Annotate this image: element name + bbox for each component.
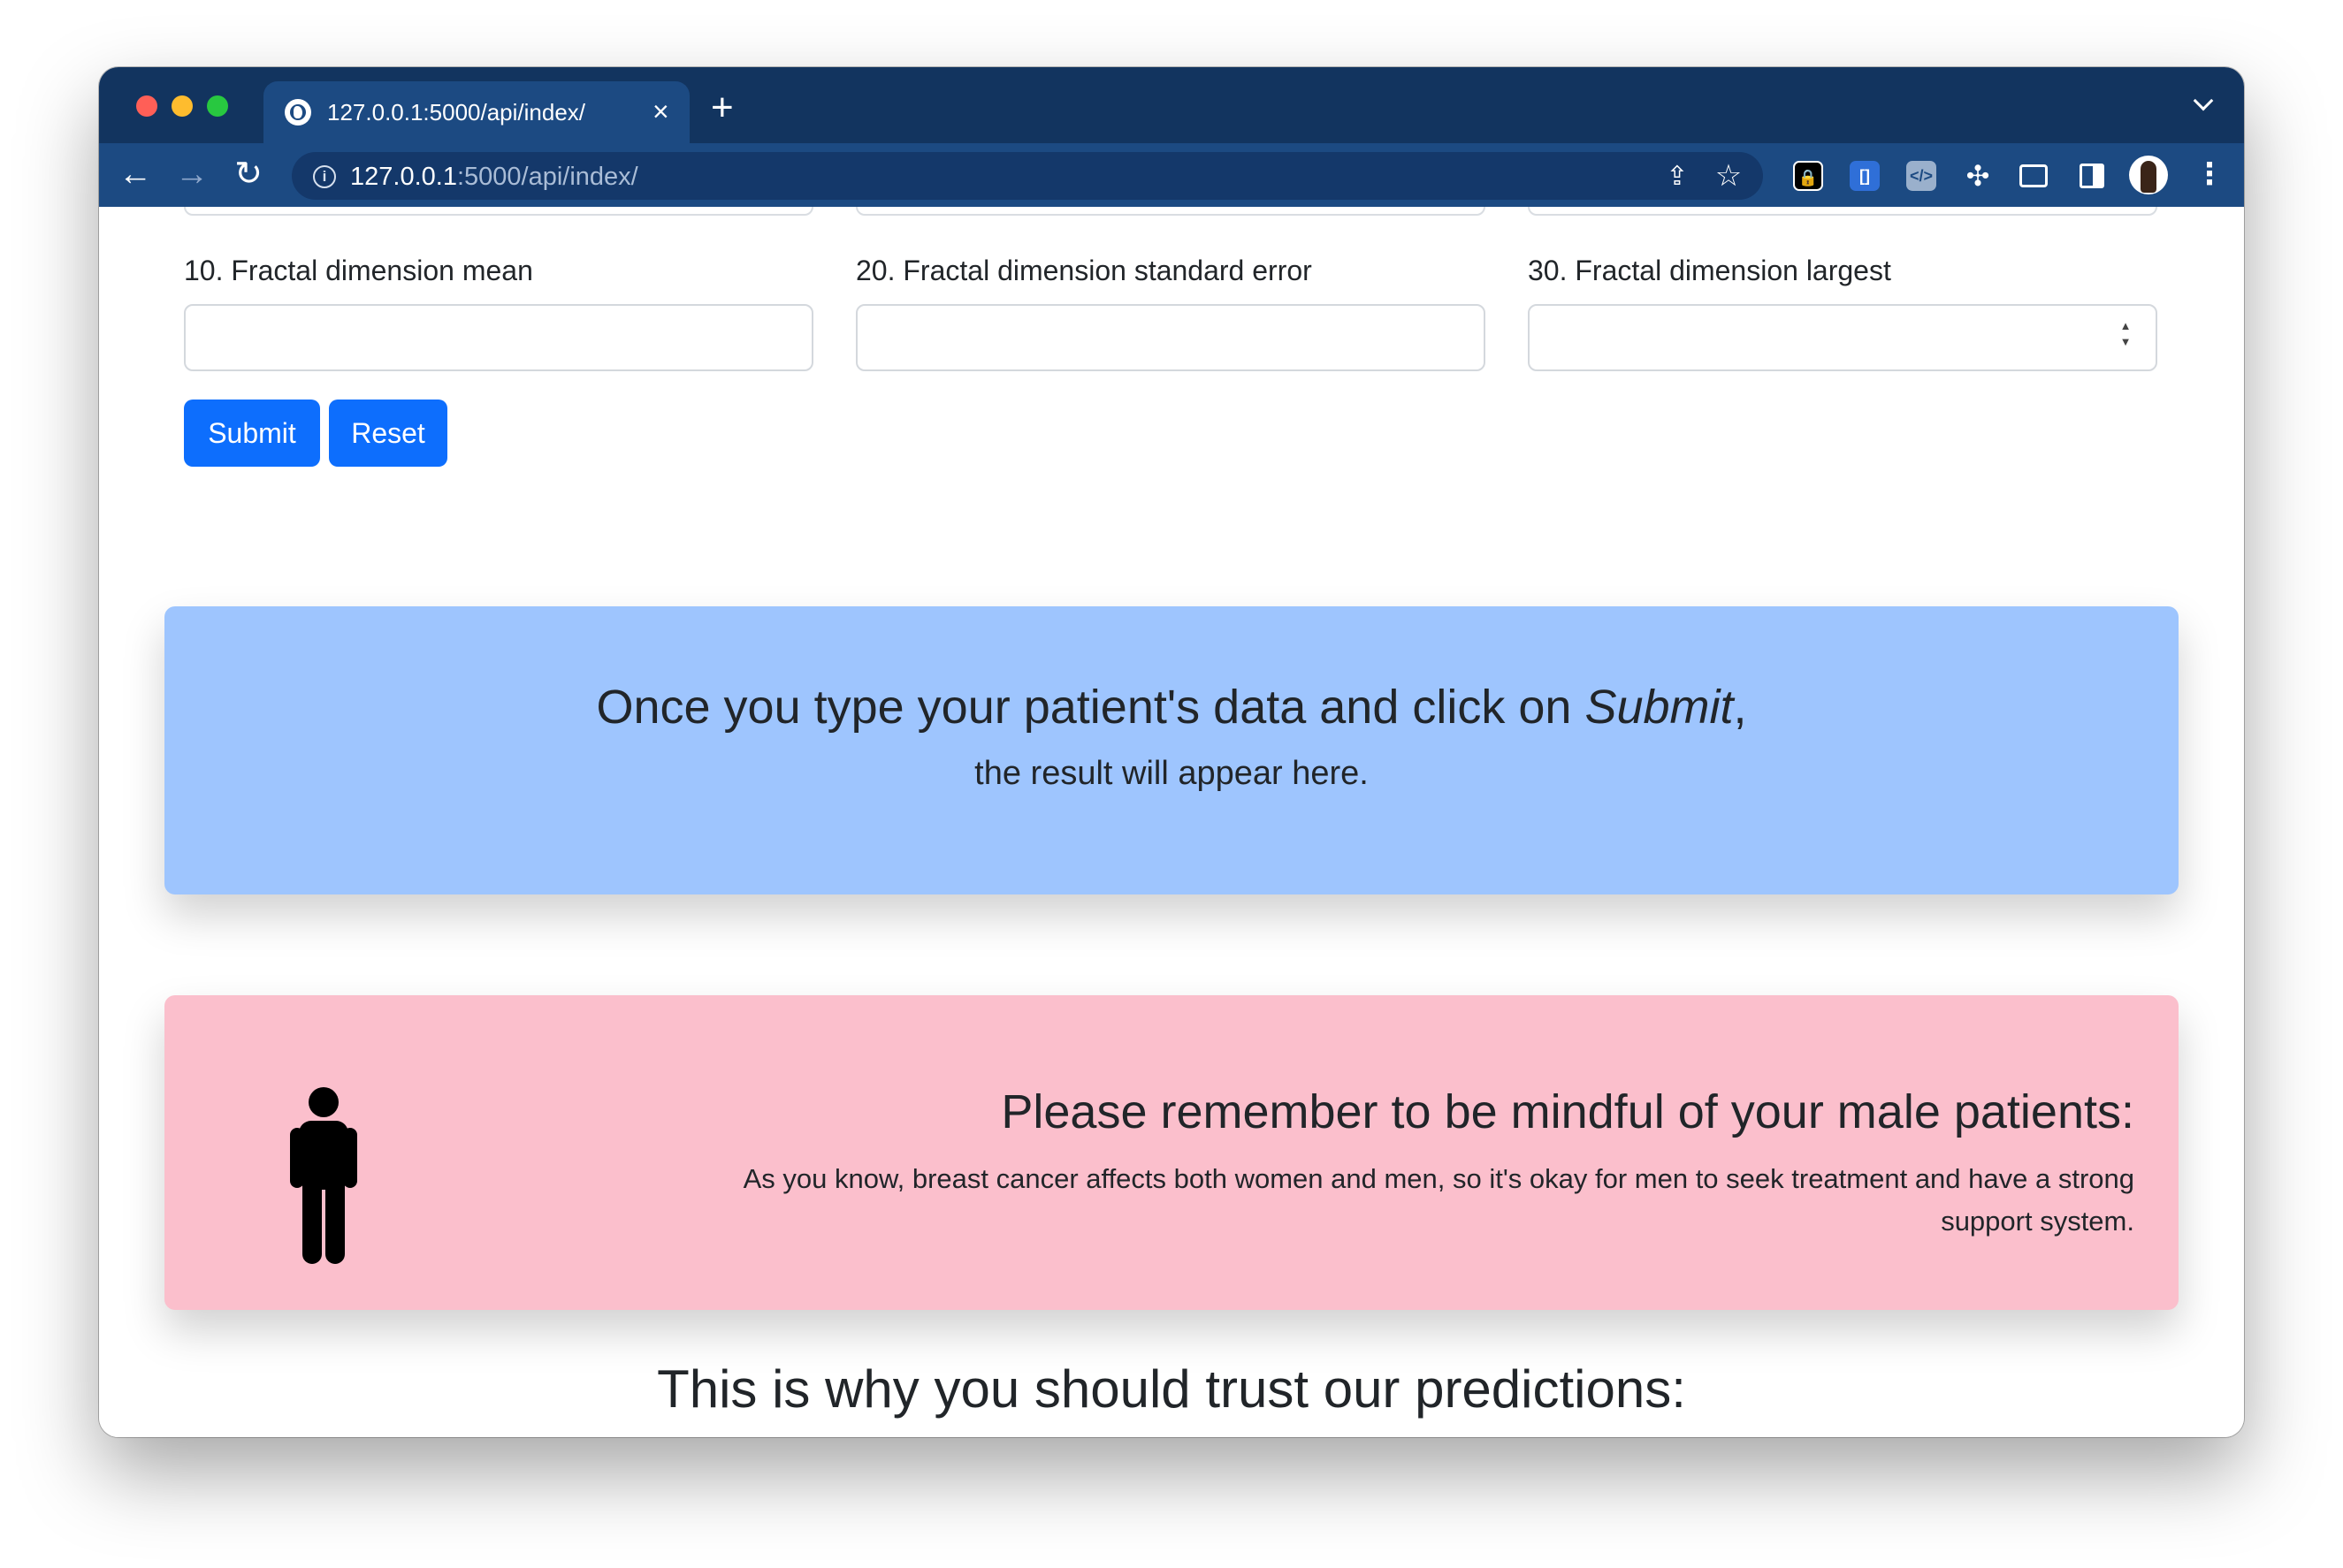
page-content: 10. Fractal dimension mean 20. Fractal d… <box>99 207 2244 1437</box>
fractal-dimension-largest-label: 30. Fractal dimension largest <box>1528 255 1891 286</box>
tab-title: 127.0.0.1:5000/api/index/ <box>327 99 586 126</box>
globe-icon <box>285 99 311 126</box>
partial-input-field[interactable] <box>184 207 813 216</box>
code-extension-icon[interactable]: </> <box>1906 161 1936 191</box>
fractal-dimension-mean-input[interactable] <box>184 304 813 371</box>
fractal-dimension-se-label: 20. Fractal dimension standard error <box>856 255 1312 286</box>
tab-bar: 127.0.0.1:5000/api/index/ × + <box>99 67 2244 143</box>
active-tab[interactable]: 127.0.0.1:5000/api/index/ × <box>263 81 690 143</box>
number-stepper-icon[interactable]: ▲ ▼ <box>2115 318 2136 357</box>
browser-window: 127.0.0.1:5000/api/index/ × + ← → ↻ i 12… <box>99 67 2244 1437</box>
result-title: Once you type your patient's data and cl… <box>164 679 2179 735</box>
extensions-puzzle-icon[interactable]: ✣ <box>1963 161 1993 191</box>
male-person-icon <box>290 1087 357 1264</box>
profile-avatar[interactable] <box>2129 156 2168 194</box>
notice-title: Please remember to be mindful of your ma… <box>1001 1085 2134 1138</box>
side-panel-icon[interactable] <box>2080 164 2104 188</box>
partial-input-field[interactable] <box>1528 207 2157 216</box>
cast-icon[interactable] <box>2019 164 2048 187</box>
menu-kebab-icon[interactable]: ⋮ <box>2194 154 2225 196</box>
lock-extension-icon[interactable]: 🔒 <box>1793 161 1823 191</box>
trust-heading: This is why you should trust our predict… <box>657 1359 1686 1419</box>
result-subtitle: the result will appear here. <box>974 755 1369 792</box>
share-icon[interactable]: ⇪ <box>1664 163 1690 191</box>
url-path: :5000/api/index/ <box>456 163 638 191</box>
minimize-window-button[interactable] <box>172 95 193 117</box>
address-bar[interactable]: i 127.0.0.1:5000/api/index/ ⇪ ☆ <box>292 152 1763 200</box>
close-window-button[interactable] <box>136 95 157 117</box>
bookmark-star-icon[interactable]: ☆ <box>1713 161 1744 191</box>
notice-text: As you know, breast cancer affects both … <box>743 1163 2134 1237</box>
site-info-icon[interactable]: i <box>313 165 336 188</box>
url-text[interactable]: 127.0.0.1:5000/api/index/ <box>350 163 638 191</box>
result-panel: Once you type your patient's data and cl… <box>164 606 2179 894</box>
fractal-dimension-largest-input[interactable]: ▲ ▼ <box>1528 304 2157 371</box>
result-title-prefix: Once you type your patient's data and cl… <box>596 681 1585 734</box>
reset-button[interactable]: Reset <box>329 400 447 467</box>
back-arrow-icon[interactable]: ← <box>113 152 157 196</box>
url-host: 127.0.0.1 <box>350 163 457 191</box>
forward-arrow-icon[interactable]: → <box>170 152 214 196</box>
new-tab-button[interactable]: + <box>711 88 734 127</box>
result-title-suffix: , <box>1733 681 1747 734</box>
reload-icon[interactable]: ↻ <box>226 152 271 196</box>
partial-input-field[interactable] <box>856 207 1485 216</box>
bracket-extension-icon[interactable]: [] <box>1850 161 1880 191</box>
browser-toolbar: ← → ↻ i 127.0.0.1:5000/api/index/ ⇪ ☆ 🔒 … <box>99 143 2244 207</box>
fractal-dimension-se-input[interactable] <box>856 304 1485 371</box>
male-patients-notice: Please remember to be mindful of your ma… <box>164 995 2179 1310</box>
fractal-dimension-mean-label: 10. Fractal dimension mean <box>184 255 533 286</box>
submit-button[interactable]: Submit <box>184 400 320 467</box>
maximize-window-button[interactable] <box>207 95 228 117</box>
result-title-emphasis: Submit <box>1584 681 1734 734</box>
tab-search-chevron-icon[interactable] <box>2193 90 2214 111</box>
close-tab-icon[interactable]: × <box>653 95 669 127</box>
